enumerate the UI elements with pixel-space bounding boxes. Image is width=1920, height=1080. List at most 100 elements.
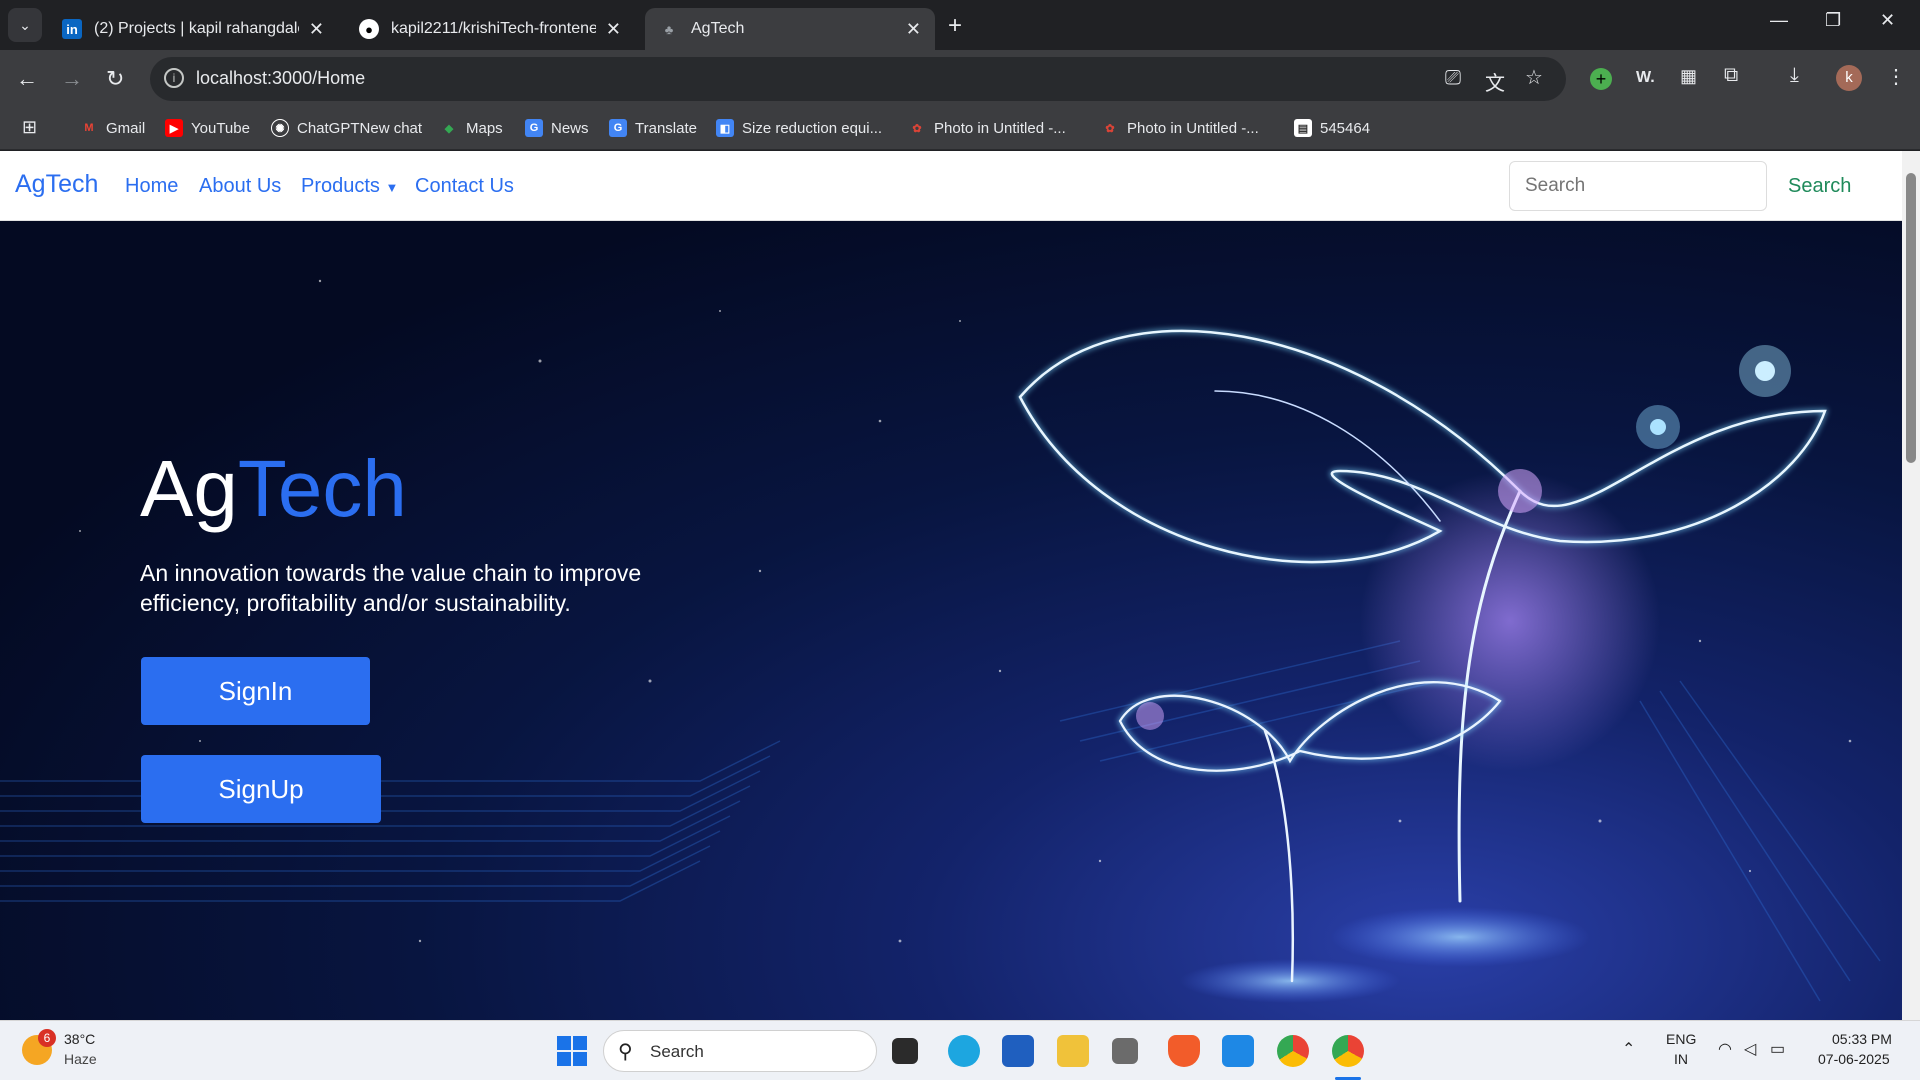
chrome-active-icon[interactable] xyxy=(1332,1035,1364,1067)
bookmark-label: Size reduction equi... xyxy=(742,119,883,137)
hero-title: AgTech xyxy=(140,443,407,535)
plant-icon: ♣ xyxy=(664,21,674,37)
document-icon: ▤ xyxy=(1294,119,1312,137)
nav-products-label: Products xyxy=(301,175,380,197)
extension-grid-icon[interactable]: ▦ xyxy=(1680,66,1697,87)
bookmark-label: News xyxy=(551,119,589,137)
linkedin-icon: in xyxy=(62,19,82,39)
nav-products[interactable]: Products ▼ xyxy=(301,175,398,198)
search-icon: ⚲ xyxy=(618,1041,633,1063)
bookmark-youtube[interactable]: ▶ YouTube xyxy=(165,119,250,137)
language-indicator[interactable]: ENG xyxy=(1666,1031,1696,1047)
apps-grid-icon[interactable]: ⊞ xyxy=(22,117,37,138)
signup-button[interactable]: SignUp xyxy=(141,755,381,823)
vscode-icon[interactable] xyxy=(1222,1035,1254,1067)
chevron-up-icon[interactable]: ⌃ xyxy=(1622,1039,1635,1059)
wifi-icon[interactable]: ◠ xyxy=(1718,1039,1732,1059)
tab-title: AgTech xyxy=(691,20,745,37)
taskbar-search-label: Search xyxy=(650,1042,704,1061)
photos-icon: ✿ xyxy=(912,122,922,135)
gmail-icon: M xyxy=(84,122,94,134)
bookmark-label: YouTube xyxy=(191,119,250,137)
scrollbar-thumb[interactable] xyxy=(1906,173,1916,463)
page-icon: ◧ xyxy=(716,119,734,137)
bookmark-label: Photo in Untitled -... xyxy=(1127,119,1259,137)
bookmark-label: Translate xyxy=(635,119,697,137)
hero-section: AgTech An innovation towards the value c… xyxy=(0,221,1902,1020)
translate-icon: G xyxy=(609,119,627,137)
bookmark-size-reduction[interactable]: ◧ Size reduction equi... xyxy=(716,119,882,137)
site-info-icon[interactable]: i xyxy=(164,68,184,88)
tab-github[interactable]: ● kapil2211/krishiTech-frontened ✕ xyxy=(345,8,635,50)
reload-icon[interactable]: ↻ xyxy=(106,66,124,92)
clock-date[interactable]: 07-06-2025 xyxy=(1818,1051,1890,1067)
menu-dots-icon[interactable]: ⋮ xyxy=(1886,64,1906,89)
nav-home[interactable]: Home xyxy=(125,175,178,198)
bookmark-photo-1[interactable]: ✿ Photo in Untitled -... xyxy=(908,119,1065,137)
site-navbar: AgTech Home About Us Products ▼ Contact … xyxy=(0,151,1902,221)
bookmark-news[interactable]: G News xyxy=(525,119,589,137)
nav-contact[interactable]: Contact Us xyxy=(415,175,514,198)
install-icon[interactable]: ⎚ xyxy=(1445,67,1461,90)
site-brand[interactable]: AgTech xyxy=(15,170,98,199)
signin-button[interactable]: SignIn xyxy=(141,657,370,725)
star-icon[interactable]: ☆ xyxy=(1525,65,1543,90)
chevron-down-icon: ⌄ xyxy=(19,16,31,33)
close-icon[interactable]: ✕ xyxy=(606,19,621,40)
bookmark-maps[interactable]: ◆ Maps xyxy=(440,119,503,137)
close-icon[interactable]: ✕ xyxy=(309,19,324,40)
forward-arrow-icon[interactable]: → xyxy=(61,66,83,92)
tab-bar: ⌄ in (2) Projects | kapil rahangdale | ✕… xyxy=(0,0,1920,50)
windows-taskbar: 6 38°C Haze ⚲ Search ⌃ ENG IN ◠ ◁ ▭ 05:3… xyxy=(0,1020,1920,1080)
search-input[interactable] xyxy=(1509,161,1767,211)
bookmark-photo-2[interactable]: ✿ Photo in Untitled -... xyxy=(1101,119,1259,137)
file-explorer-icon[interactable] xyxy=(1057,1035,1089,1067)
battery-icon[interactable]: ▭ xyxy=(1770,1039,1785,1059)
minimize-icon[interactable]: — xyxy=(1770,10,1788,31)
map-pin-icon: ◆ xyxy=(444,122,454,135)
back-arrow-icon[interactable]: ← xyxy=(16,66,38,92)
bookmark-545464[interactable]: ▤ 545464 xyxy=(1294,119,1370,137)
bookmark-chatgpt[interactable]: ✺ ChatGPTNew chat xyxy=(271,119,422,137)
search-button[interactable]: Search xyxy=(1788,175,1851,198)
task-view-icon[interactable] xyxy=(892,1038,918,1064)
volume-icon[interactable]: ◁ xyxy=(1744,1039,1756,1059)
tab-agtech[interactable]: ♣ AgTech ✕ xyxy=(645,8,935,50)
bookmark-gmail[interactable]: M Gmail xyxy=(80,119,145,137)
translate-icon[interactable]: 文 xyxy=(1485,67,1505,96)
url-text[interactable]: localhost:3000/Home xyxy=(196,68,365,89)
bookmark-label: Maps xyxy=(466,119,503,137)
tab-search-button[interactable]: ⌄ xyxy=(8,8,42,42)
youtube-icon: ▶ xyxy=(165,119,183,137)
restore-icon[interactable]: ❐ xyxy=(1825,10,1841,31)
chrome-icon[interactable] xyxy=(1277,1035,1309,1067)
browser-toolbar: ← → ↻ i localhost:3000/Home ⎚ 文 ☆ + W. ▦… xyxy=(0,50,1920,108)
nav-about[interactable]: About Us xyxy=(199,175,281,198)
bookmark-label: ChatGPTNew chat xyxy=(297,119,423,137)
weather-temp[interactable]: 38°C xyxy=(64,1031,95,1047)
profile-avatar[interactable]: k xyxy=(1836,65,1862,91)
new-tab-button[interactable]: + xyxy=(948,12,962,40)
taskbar-search[interactable]: ⚲ Search xyxy=(603,1030,877,1072)
bookmark-translate[interactable]: G Translate xyxy=(609,119,697,137)
extension-plus-icon[interactable]: + xyxy=(1590,68,1612,90)
edge-icon[interactable] xyxy=(948,1035,980,1067)
brave-icon[interactable] xyxy=(1168,1035,1200,1067)
region-indicator[interactable]: IN xyxy=(1674,1051,1688,1067)
extensions-puzzle-icon[interactable]: ⧉ xyxy=(1724,64,1738,87)
address-bar[interactable]: i localhost:3000/Home ⎚ 文 ☆ xyxy=(150,57,1566,101)
window-close-icon[interactable]: ✕ xyxy=(1880,10,1895,31)
github-icon: ● xyxy=(359,19,379,39)
app-c-icon[interactable] xyxy=(1112,1038,1138,1064)
store-icon[interactable] xyxy=(1002,1035,1034,1067)
extension-w-icon[interactable]: W. xyxy=(1636,69,1655,87)
close-icon[interactable]: ✕ xyxy=(906,19,921,40)
windows-start-icon[interactable] xyxy=(556,1035,588,1067)
download-icon[interactable]: ⤓ xyxy=(1790,64,1799,87)
tab-title: kapil2211/krishiTech-frontened xyxy=(391,20,596,37)
weather-condition[interactable]: Haze xyxy=(64,1051,97,1067)
clock-time[interactable]: 05:33 PM xyxy=(1832,1031,1892,1047)
tab-linkedin[interactable]: in (2) Projects | kapil rahangdale | ✕ xyxy=(48,8,338,50)
page-scrollbar[interactable] xyxy=(1902,151,1920,1020)
hero-description: An innovation towards the value chain to… xyxy=(140,560,642,616)
